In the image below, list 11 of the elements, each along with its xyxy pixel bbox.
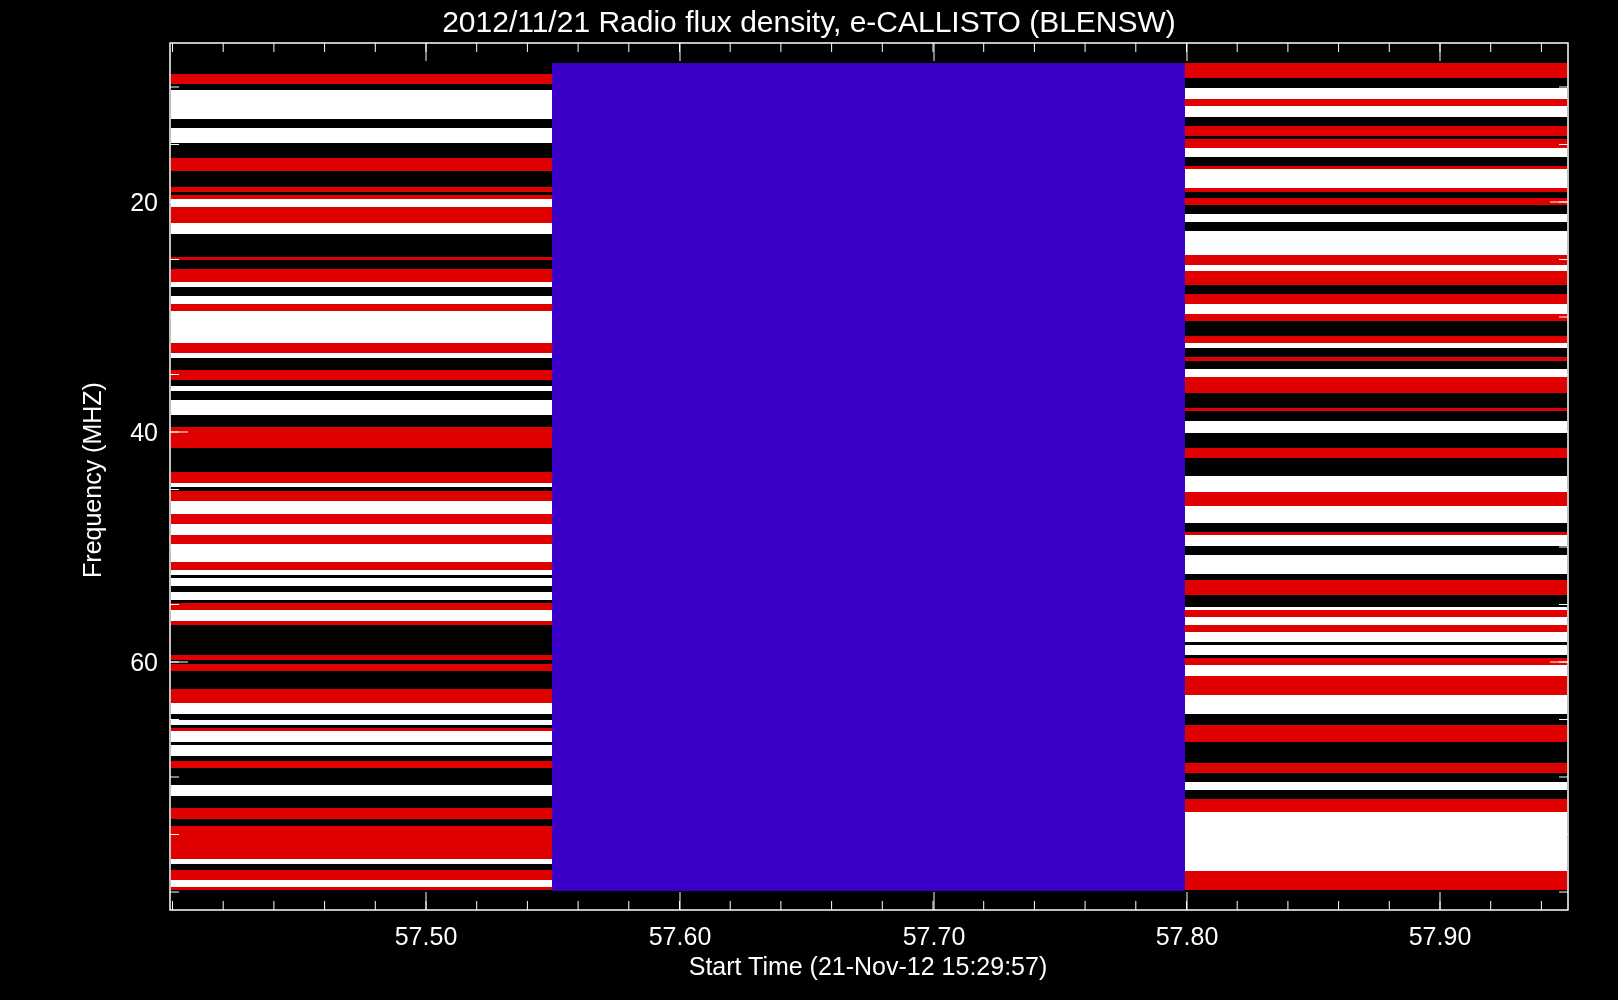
chart-title: 2012/11/21 Radio flux density, e-CALLISTO (BLENSW) — [442, 5, 1176, 38]
x-tick-label: 57.90 — [1408, 922, 1472, 950]
y-axis-label: Frequency (MHZ) — [78, 382, 106, 578]
x-tick-label: 57.70 — [902, 922, 966, 950]
y-tick-label: 60 — [130, 648, 158, 676]
x-tick-label: 57.80 — [1155, 922, 1219, 950]
y-tick-label: 20 — [130, 188, 158, 216]
x-tick-label: 57.60 — [648, 922, 712, 950]
y-tick-label: 40 — [130, 418, 158, 446]
x-axis-label: Start Time (21-Nov-12 15:29:57) — [688, 952, 1048, 980]
x-tick-label: 57.50 — [394, 922, 458, 950]
